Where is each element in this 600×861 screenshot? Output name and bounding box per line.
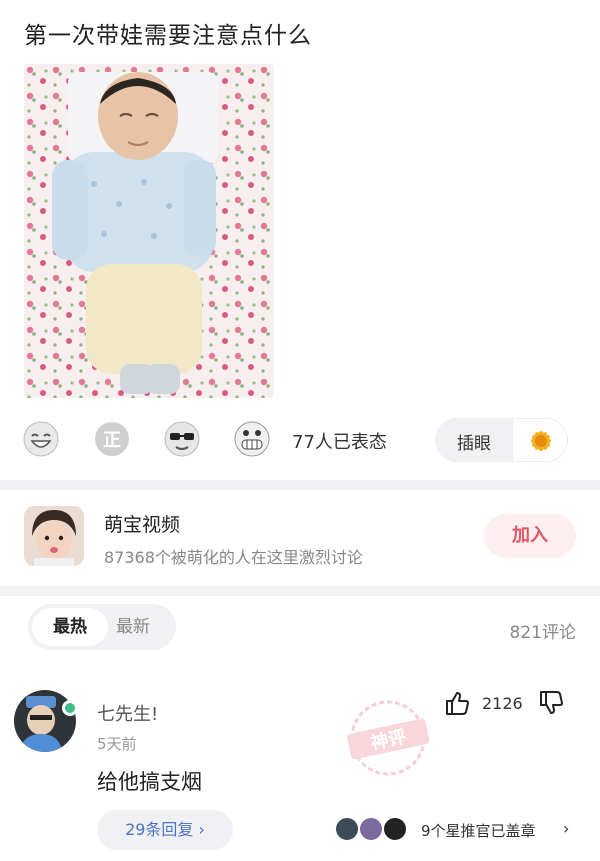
group-card[interactable]: 萌宝视频 87368个被萌化的人在这里激烈讨论 加入: [0, 498, 600, 580]
tab-hot[interactable]: 最热: [32, 608, 108, 646]
chip-label: 插眼: [457, 434, 491, 454]
tab-newest[interactable]: 最新: [116, 608, 150, 646]
avatar[interactable]: [14, 690, 76, 752]
view-replies-button[interactable]: 29条回复 ›: [97, 810, 233, 850]
zheng-badge-icon[interactable]: 正: [93, 420, 131, 458]
post-image[interactable]: [24, 64, 274, 398]
shenping-stamp: 神评: [338, 696, 438, 780]
sunglasses-face-icon[interactable]: [163, 420, 201, 458]
post-title: 第一次带娃需要注意点什么: [24, 23, 312, 49]
sort-toggle: 最热 最新: [28, 604, 176, 650]
section-divider: [0, 586, 600, 596]
stamped-by-text[interactable]: 9个星推官已盖章: [421, 820, 536, 841]
thumbs-up-icon[interactable]: [444, 690, 470, 716]
group-name: 萌宝视频: [104, 514, 181, 536]
grinning-face-icon[interactable]: [233, 420, 271, 458]
comment-username[interactable]: 七先生!: [97, 700, 158, 726]
section-divider: [0, 480, 600, 490]
like-count: 2126: [482, 694, 523, 713]
online-status-dot: [62, 700, 78, 716]
laughing-face-icon[interactable]: [22, 420, 60, 458]
group-avatar: [24, 506, 84, 566]
comment-time: 5天前: [97, 735, 137, 753]
avatar: [358, 816, 384, 842]
comment-item: 七先生! 5天前 给他搞支烟 神评 2126 29条回复 › 9个星推官已盖章 …: [0, 680, 600, 861]
baby-photo-illustration: [24, 64, 274, 398]
comment-text: 给他搞支烟: [97, 770, 202, 794]
chayan-chip[interactable]: 插眼: [435, 418, 568, 462]
group-description: 87368个被萌化的人在这里激烈讨论: [104, 548, 363, 567]
thumbs-down-icon[interactable]: [538, 690, 564, 716]
sunflower-icon: [512, 418, 568, 462]
avatar: [382, 816, 408, 842]
svg-text:正: 正: [103, 430, 121, 451]
join-button[interactable]: 加入: [484, 514, 576, 558]
chevron-right-icon[interactable]: ›: [563, 819, 569, 838]
reaction-count: 77人已表态: [292, 432, 387, 453]
avatar: [334, 816, 360, 842]
reaction-bar: 正 77人已表态 插眼: [22, 418, 578, 462]
comment-count: 821评论: [509, 623, 576, 643]
